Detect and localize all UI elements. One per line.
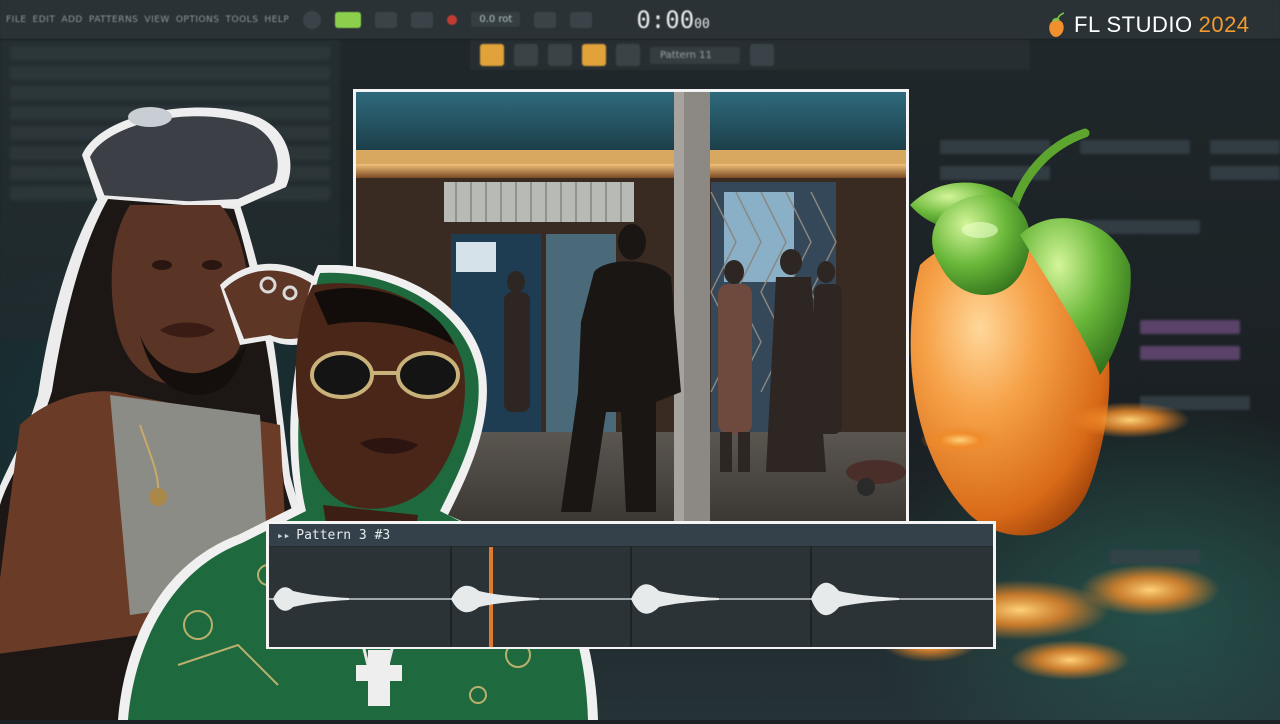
time-main: 0:00 [636,5,695,34]
menu-help[interactable]: HELP [264,15,289,25]
waveform-track [269,547,993,647]
metronome-icon[interactable] [534,11,557,28]
pattern-clip-header[interactable]: ▸▸ Pattern 3 #3 [269,524,993,547]
pattern-clip-body [269,547,993,647]
link-tool-icon[interactable] [582,44,606,66]
arrow-tool-icon[interactable] [514,44,538,66]
channel-row [1110,550,1200,564]
play-icon[interactable] [375,11,398,28]
snap-icon[interactable] [570,11,593,28]
pattern-clip-panel[interactable]: ▸▸ Pattern 3 #3 [266,521,996,649]
pattern-song-toggle[interactable] [335,11,362,28]
menu-view[interactable]: VIEW [144,15,169,25]
brand-name: FL STUDIO [1074,12,1193,37]
menu-patterns[interactable]: PATTERNS [89,15,139,25]
menu-add[interactable]: ADD [61,15,83,25]
secondary-toolbar: Pattern 11 [470,40,1030,70]
channel-row [1140,346,1240,360]
tempo-display[interactable]: 0.0 rot [471,12,521,27]
browser-row [10,66,330,80]
draw-tool-icon[interactable] [480,44,504,66]
record-dot-icon[interactable] [447,14,458,25]
fl-studio-fruit-icon [910,128,1131,536]
magnet-icon[interactable] [616,44,640,66]
menu-options[interactable]: OPTIONS [176,15,220,25]
artist-front-image [118,264,598,720]
brand-year: 2024 [1198,12,1250,37]
main-menu: FILE EDIT ADD PATTERNS VIEW OPTIONS TOOL… [6,15,289,25]
knob-icon[interactable] [303,10,322,29]
browser-row [10,46,330,60]
time-sub: 00 [694,16,710,32]
brand-logo: FL STUDIO 2024 [1046,12,1250,38]
stop-icon[interactable] [411,11,434,28]
menu-file[interactable]: FILE [6,15,27,25]
menu-tools[interactable]: TOOLS [226,15,259,25]
fl-fruit-icon [1049,12,1065,37]
artist-front-cutout [118,264,598,720]
pattern-clip-title: Pattern 3 #3 [296,527,391,543]
time-display: 0:0000 [636,6,709,34]
paint-tool-icon[interactable] [548,44,572,66]
add-pattern-icon[interactable] [750,44,774,66]
channel-row [1140,320,1240,334]
pattern-clip-arrow-icon: ▸▸ [277,528,291,542]
pattern-selector[interactable]: Pattern 11 [650,46,740,64]
menu-edit[interactable]: EDIT [33,15,56,25]
channel-row [1140,396,1250,410]
channel-row [1210,140,1280,154]
channel-row [1210,166,1280,180]
